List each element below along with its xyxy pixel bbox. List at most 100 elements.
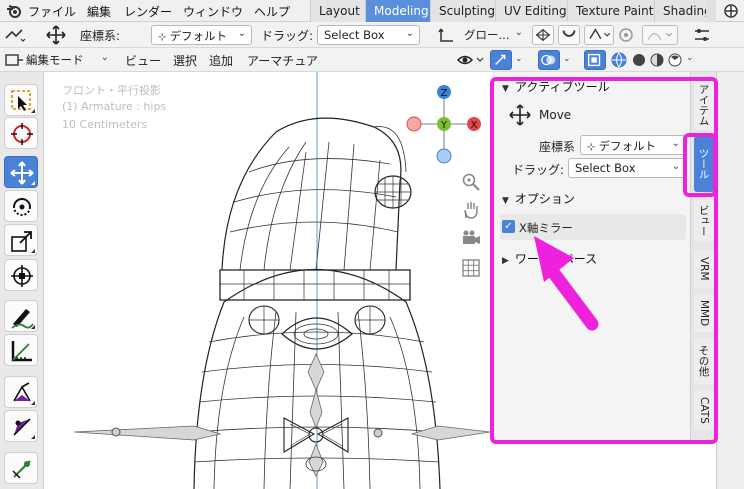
gizmo-negative-x-handle[interactable] (406, 116, 422, 132)
3d-viewport[interactable]: フロント・平行投影 (1) Armature : hips 10 Centime… (44, 72, 492, 489)
move-tool[interactable] (4, 156, 38, 188)
orientation-dropdown-value: デフォルト (169, 29, 228, 43)
tab-shading[interactable]: Shading (654, 0, 706, 22)
rendered-shading-icon[interactable] (666, 51, 684, 69)
overlays-icon (541, 54, 556, 66)
tool-submenu-indicator (31, 249, 35, 253)
orientation-label: 座標系: (80, 29, 121, 43)
navigation-gizmo[interactable]: Z X Y (400, 82, 490, 166)
sidebar-tab-view[interactable]: ビュー (694, 200, 714, 242)
menu-window[interactable]: ウィンドウ (183, 3, 243, 20)
solid-shading-icon[interactable] (630, 51, 648, 69)
annotate-tool[interactable] (4, 300, 38, 332)
proportional-editing-icon[interactable] (618, 27, 640, 43)
sidebar-drag-dropdown[interactable]: Select Box ⌄ (568, 158, 686, 178)
drag-label: ドラッグ: (261, 29, 314, 43)
gizmo-z-label: Z (441, 88, 448, 99)
move-tool-icon[interactable] (44, 25, 68, 45)
rotate-tool[interactable] (4, 190, 38, 222)
options-section-header[interactable]: ▼ オプション (502, 190, 575, 207)
zoom-icon[interactable] (461, 172, 481, 192)
blender-logo-icon[interactable] (6, 3, 22, 19)
pan-hand-icon[interactable] (461, 200, 481, 220)
bone-envelope-tool[interactable] (4, 452, 38, 484)
menu-select[interactable]: 選択 (173, 52, 197, 69)
wireframe-shading-icon[interactable] (610, 51, 628, 69)
sidebar-tab-cats[interactable]: CATS (694, 390, 714, 430)
scene-icon[interactable] (722, 3, 740, 19)
options-title: オプション (514, 192, 575, 206)
extrude-tool[interactable] (4, 376, 38, 408)
chevron-down-icon: ▼ (502, 196, 509, 206)
gizmo-negative-z-handle[interactable] (436, 148, 452, 164)
proportional-falloff-dropdown[interactable] (642, 25, 678, 45)
chevron-down-icon[interactable]: ⌄ (515, 54, 523, 64)
cursor-3d-icon (11, 123, 33, 145)
cursor-tool[interactable] (4, 117, 38, 149)
drag-dropdown[interactable]: Select Box ⌄ (317, 25, 420, 45)
tool-submenu-indicator (31, 109, 35, 113)
transform-tool[interactable] (4, 259, 38, 291)
visibility-eye-icon[interactable] (456, 52, 486, 68)
tab-layout[interactable]: Layout (310, 0, 368, 22)
properties-editor-strip (716, 4, 744, 489)
measure-tool[interactable] (4, 334, 38, 366)
tool-submenu-indicator (31, 435, 35, 439)
active-tool-name: Move (539, 108, 572, 122)
sidebar-orientation-label: 座標系 (539, 140, 576, 154)
sidebar-tab-tool[interactable]: ツール (694, 136, 714, 192)
gizmo-arrow-icon (495, 54, 506, 66)
sidebar-orientation-dropdown[interactable]: ⊹ デフォルト ⌄ (580, 135, 686, 155)
chevron-down-icon[interactable]: ⌄ (563, 54, 571, 64)
sidebar-tab-label: アイテム (697, 84, 710, 126)
select-box-tool[interactable] (4, 84, 38, 116)
material-shading-icon[interactable] (648, 51, 666, 69)
menu-view[interactable]: ビュー (125, 52, 161, 69)
orientation-dropdown[interactable]: ⊹ デフォルト ⌄ (151, 25, 252, 45)
pivot-point-button[interactable] (532, 25, 554, 45)
scale-tool[interactable] (4, 224, 38, 256)
editor-type-icon[interactable] (4, 26, 26, 44)
snap-target-icon (589, 28, 611, 39)
tab-texture-paint[interactable]: Texture Paint (567, 0, 662, 22)
camera-icon[interactable] (461, 228, 481, 248)
overlays-toggle-button[interactable] (538, 50, 560, 70)
menu-file[interactable]: ファイル (28, 3, 76, 20)
tab-uv-editing[interactable]: UV Editing (495, 0, 575, 22)
xray-icon (588, 53, 601, 67)
sidebar-tab-item[interactable]: アイテム (694, 80, 714, 130)
viewport-lower-right (492, 442, 716, 489)
roll-tool[interactable] (4, 410, 38, 442)
mode-dropdown[interactable]: 編集モード ⌄ (6, 50, 114, 70)
menu-help[interactable]: ヘルプ (254, 3, 290, 20)
left-toolbar (0, 72, 44, 489)
sidebar-tab-vrm[interactable]: VRM (694, 250, 714, 288)
chevron-down-icon: ⌄ (671, 161, 680, 172)
transform-orientation-value: グロー... (464, 28, 510, 42)
snap-toggle-button[interactable] (558, 25, 580, 45)
menu-add[interactable]: 追加 (209, 52, 233, 69)
transform-orientation-icon[interactable] (438, 27, 456, 43)
tab-sculpting[interactable]: Sculpting (430, 0, 504, 22)
active-tool-section-header[interactable]: ▼ アクティブツール (502, 78, 610, 95)
menu-armature[interactable]: アーマチュア (247, 52, 318, 69)
tool-submenu-indicator (31, 325, 35, 329)
bone-envelope-icon (12, 460, 31, 479)
tool-options-icon[interactable] (692, 26, 712, 44)
menu-render[interactable]: レンダー (124, 3, 172, 20)
chevron-down-icon[interactable]: ⌄ (686, 53, 694, 63)
sidebar-tab-mmd[interactable]: MMD (694, 294, 714, 332)
menu-edit[interactable]: 編集 (87, 3, 111, 20)
transform-orientation-dropdown[interactable]: グロー... ⌄ (458, 25, 528, 45)
sidebar-tab-other[interactable]: その他 (694, 338, 714, 384)
grid-perspective-icon[interactable] (461, 258, 481, 278)
gizmo-toggle-button[interactable] (490, 50, 512, 70)
xray-toggle-button[interactable] (584, 50, 606, 70)
tool-submenu-indicator (31, 401, 35, 405)
chevron-down-icon: ⌄ (671, 138, 680, 149)
snap-target-dropdown[interactable] (584, 25, 614, 45)
x-mirror-checkbox[interactable]: ✓ (502, 220, 515, 233)
viewport-header: 編集モード ⌄ ビュー 選択 追加 アーマチュア ⌄ ⌄ ⌄ (0, 48, 744, 72)
tab-modeling[interactable]: Modeling (365, 0, 437, 22)
tool-submenu-indicator (31, 181, 35, 185)
